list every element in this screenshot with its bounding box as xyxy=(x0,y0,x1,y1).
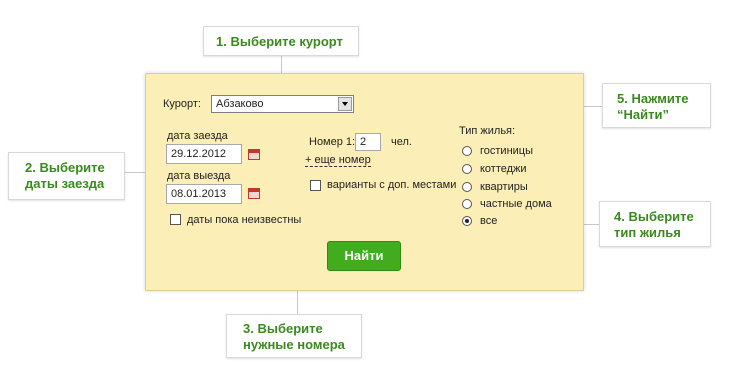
add-room-link[interactable]: + еще номер xyxy=(305,154,371,167)
connector-line xyxy=(584,106,602,107)
callout-step-1-text: 1. Выберите курорт xyxy=(216,34,343,49)
callout-step-1: 1. Выберите курорт xyxy=(203,26,359,56)
housing-radio-apartments[interactable] xyxy=(462,182,472,192)
calendar-icon[interactable] xyxy=(248,149,260,160)
connector-line xyxy=(281,56,282,73)
housing-option-cottages: коттеджи xyxy=(480,163,527,175)
callout-step-4: 4. Выберите тип жилья xyxy=(599,201,711,247)
callout-step-4-line2: тип жилья xyxy=(614,225,681,240)
callout-step-5: 5. Нажмите “Найти” xyxy=(602,83,711,128)
connector-line xyxy=(297,291,298,314)
callout-step-5-line1: 5. Нажмите xyxy=(617,91,689,106)
resort-label: Курорт: xyxy=(163,98,201,110)
callout-step-5-line2: “Найти” xyxy=(617,107,669,122)
calendar-icon[interactable] xyxy=(248,188,260,199)
callout-step-3-line1: 3. Выберите xyxy=(243,321,323,336)
resort-select[interactable]: Абзаково xyxy=(211,95,354,113)
checkout-date-input[interactable]: 08.01.2013 xyxy=(166,184,242,204)
unknown-dates-label: даты пока неизвестны xyxy=(187,214,302,226)
housing-option-apartments: квартиры xyxy=(480,181,528,193)
resort-select-value: Абзаково xyxy=(216,98,264,110)
unknown-dates-checkbox[interactable] xyxy=(170,214,181,225)
housing-radio-hotels[interactable] xyxy=(462,146,472,156)
housing-radio-all[interactable] xyxy=(462,216,472,226)
callout-step-2-line1: 2. Выберите xyxy=(25,160,105,175)
callout-step-3-line2: нужные номера xyxy=(243,337,345,352)
callout-step-2: 2. Выберите даты заезда xyxy=(8,152,125,200)
checkin-label: дата заезда xyxy=(167,130,228,142)
search-form-panel: Курорт: Абзаково дата заезда 29.12.2012 … xyxy=(145,73,584,291)
callout-step-4-line1: 4. Выберите xyxy=(614,209,694,224)
connector-line xyxy=(584,224,599,225)
checkout-label: дата выезда xyxy=(167,170,231,182)
callout-step-2-line2: даты заезда xyxy=(25,176,105,191)
checkin-date-input[interactable]: 29.12.2012 xyxy=(166,144,242,164)
search-button[interactable]: Найти xyxy=(327,241,401,271)
chevron-down-icon[interactable] xyxy=(338,97,352,111)
callout-step-3: 3. Выберите нужные номера xyxy=(226,314,362,358)
housing-option-private-houses: частные дома xyxy=(480,198,552,210)
housing-type-label: Тип жилья: xyxy=(459,125,516,137)
connector-line xyxy=(125,172,145,173)
room-unit-label: чел. xyxy=(391,136,412,148)
extra-beds-label: варианты с доп. местами xyxy=(327,179,457,191)
housing-option-all: все xyxy=(480,215,498,227)
housing-radio-private-houses[interactable] xyxy=(462,199,472,209)
extra-beds-checkbox[interactable] xyxy=(310,180,321,191)
housing-radio-cottages[interactable] xyxy=(462,164,472,174)
room-label: Номер 1: xyxy=(309,136,356,148)
housing-option-hotels: гостиницы xyxy=(480,145,533,157)
room-guests-input[interactable]: 2 xyxy=(355,133,381,151)
